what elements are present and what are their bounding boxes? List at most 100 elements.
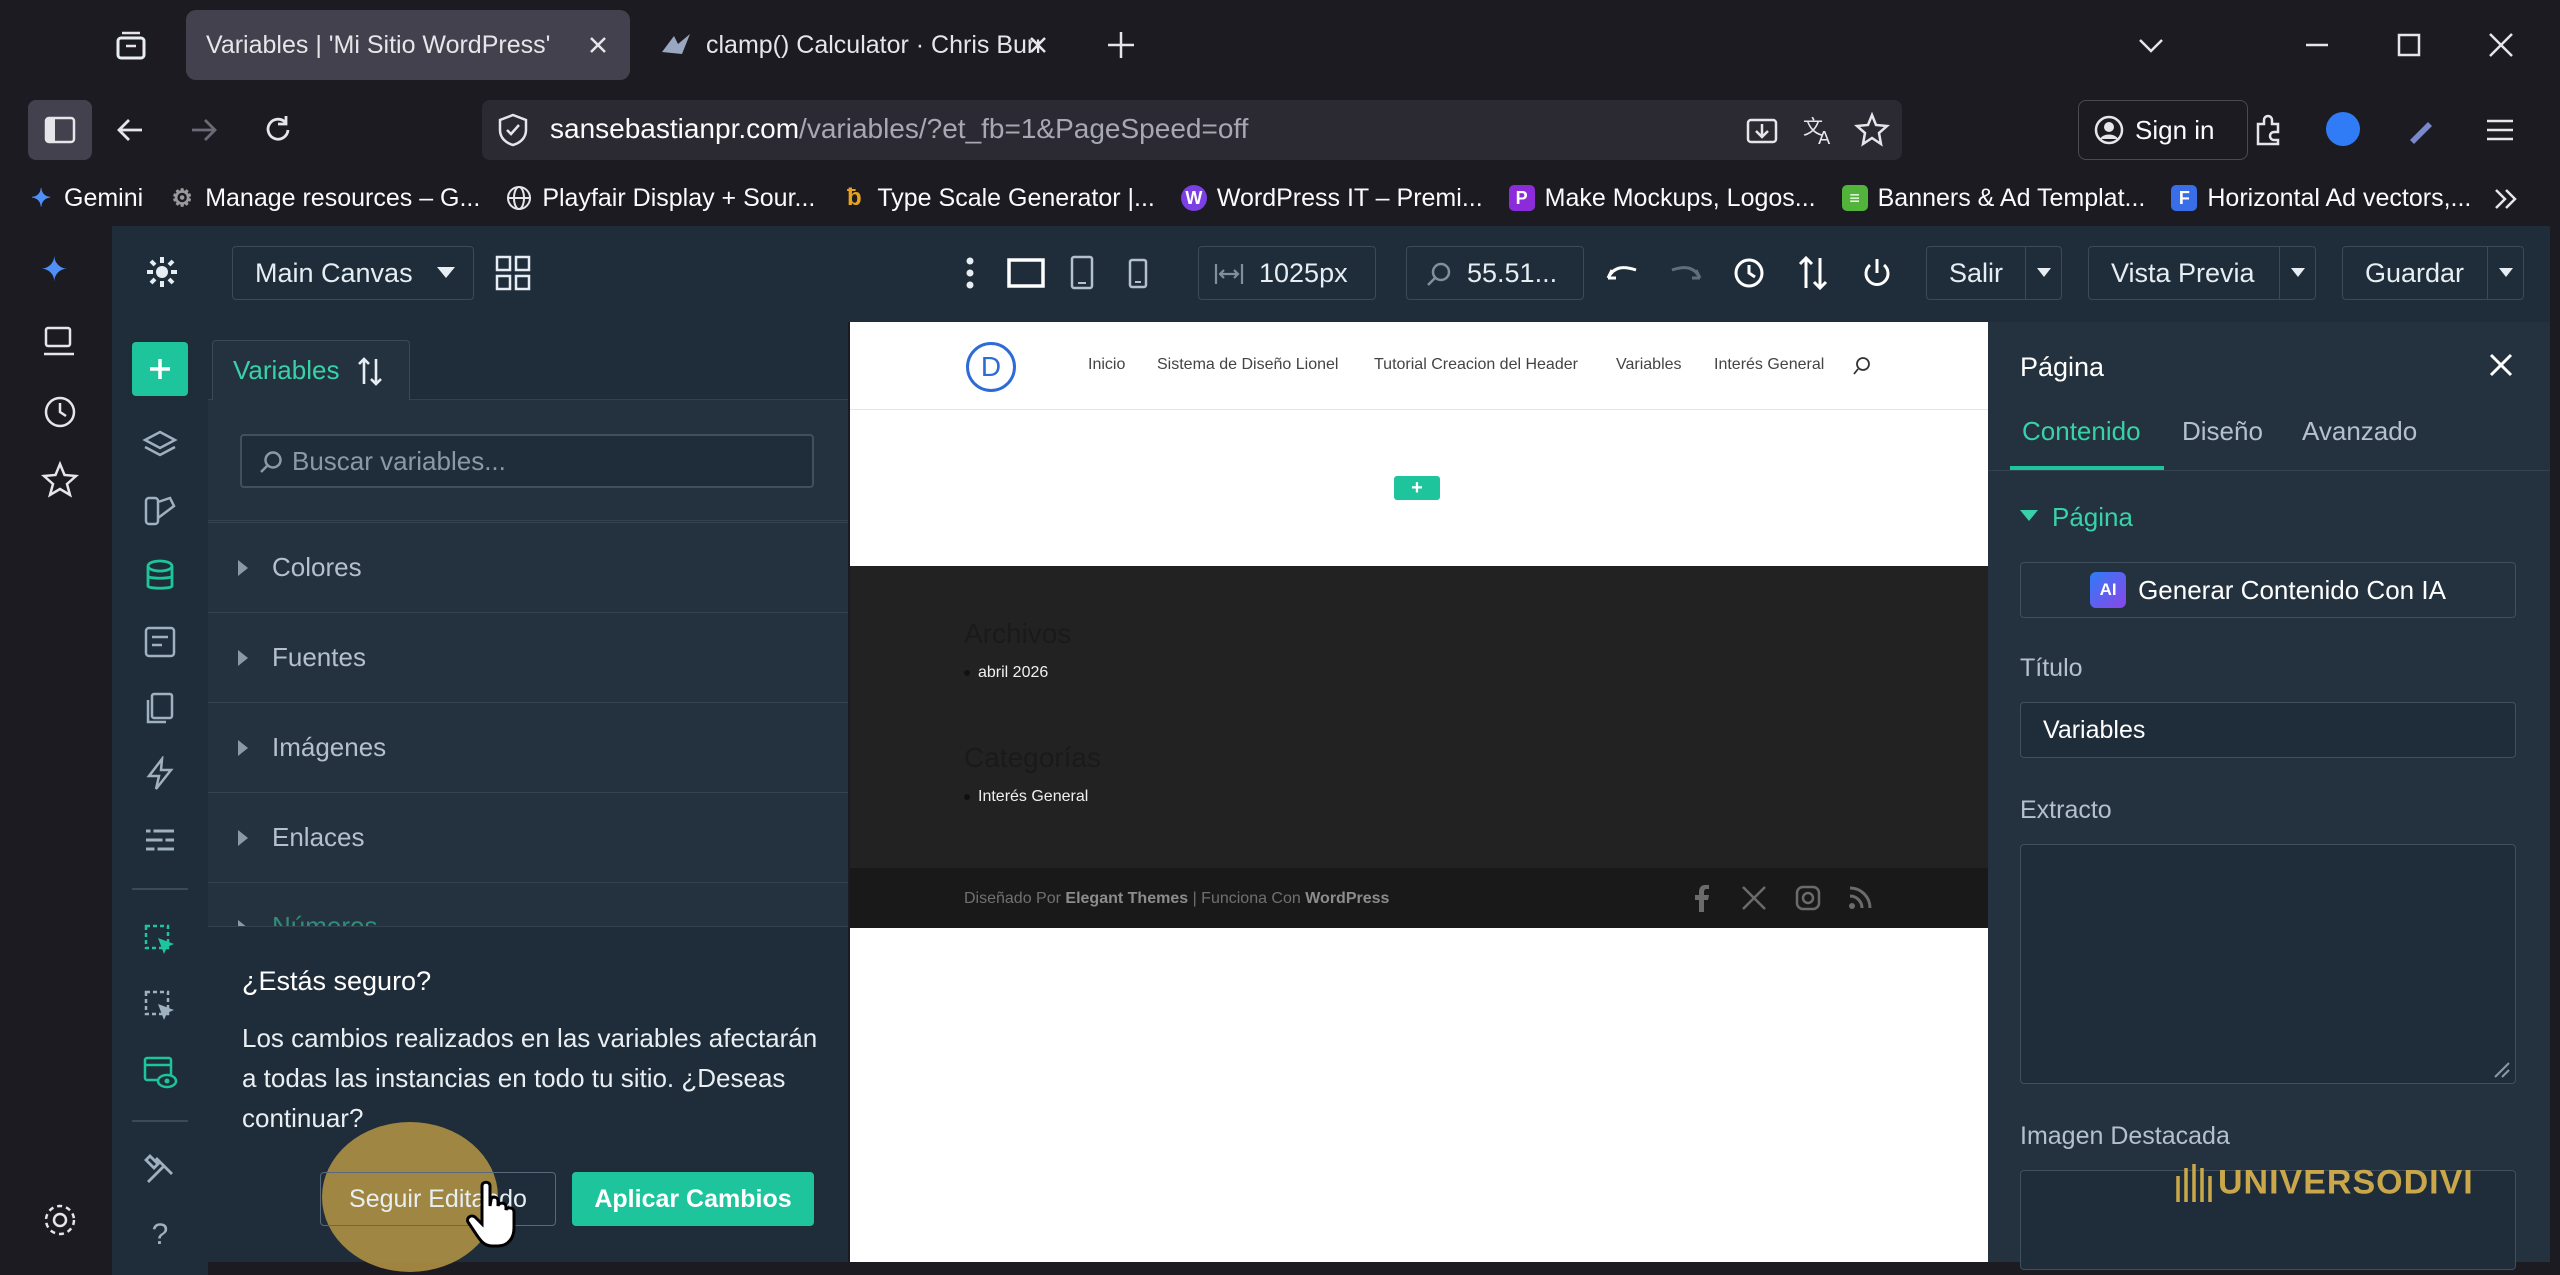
category-link[interactable]: Interés General [978, 788, 1088, 806]
site-security-shield-icon[interactable] [496, 112, 530, 148]
add-section-button[interactable]: + [1394, 476, 1440, 500]
nav-variables[interactable]: Variables [1616, 356, 1682, 374]
exit-dropdown-chevron-icon[interactable] [2025, 247, 2061, 299]
category-numeros[interactable]: Números [208, 882, 848, 926]
url-text[interactable]: sansebastianpr.com/variables/?et_fb=1&Pa… [550, 113, 1248, 145]
save-button[interactable]: Guardar [2342, 246, 2524, 300]
power-icon[interactable] [1860, 256, 1894, 290]
category-fuentes[interactable]: Fuentes [208, 612, 848, 702]
canvas-select[interactable]: Main Canvas [232, 246, 474, 300]
tab-overview-icon[interactable] [114, 28, 148, 62]
exit-button[interactable]: Salir [1926, 246, 2062, 300]
bookmark-star-icon[interactable] [1854, 112, 1890, 148]
menu-hamburger-icon[interactable] [2482, 112, 2518, 148]
gemini-sidebar-icon[interactable]: ✦ [40, 250, 80, 290]
maximize-icon[interactable] [2392, 28, 2426, 62]
bookmarks-star-icon[interactable] [40, 460, 80, 500]
bookmark-item[interactable]: ƀ Type Scale Generator |... [841, 184, 1155, 213]
add-module-button[interactable] [132, 342, 188, 396]
download-page-icon[interactable] [1744, 112, 1780, 148]
tab-variables[interactable]: Variables [212, 340, 410, 400]
canvas-width-field[interactable]: 1025px [1198, 246, 1376, 300]
nav-tutorial-header[interactable]: Tutorial Creacion del Header [1374, 356, 1578, 374]
tab-avanzado[interactable]: Avanzado [2302, 416, 2417, 447]
close-window-icon[interactable] [2484, 28, 2518, 62]
tab-diseno[interactable]: Diseño [2182, 416, 2263, 447]
help-icon[interactable]: ? [142, 1218, 178, 1254]
zoom-field[interactable]: 55.51... [1406, 246, 1584, 300]
tools-icon[interactable] [142, 1152, 178, 1188]
extension-badge-icon[interactable] [2326, 112, 2360, 146]
variables-database-icon[interactable] [142, 558, 178, 594]
category-imagenes[interactable]: Imágenes [208, 702, 848, 792]
category-colores[interactable]: Colores [208, 522, 848, 612]
facebook-icon[interactable] [1690, 884, 1712, 912]
browser-tab-active[interactable]: Variables | 'Mi Sitio WordPress' [186, 10, 630, 80]
history-icon[interactable] [40, 392, 80, 432]
list-lines-icon[interactable] [142, 822, 178, 858]
history-clock-icon[interactable] [1732, 256, 1766, 290]
close-tab-icon[interactable] [584, 31, 612, 59]
resize-handle-icon[interactable] [2489, 1057, 2511, 1079]
category-enlaces[interactable]: Enlaces [208, 792, 848, 882]
builder-settings-gear-icon[interactable] [144, 254, 180, 290]
synced-tabs-icon[interactable] [40, 322, 80, 362]
pages-copy-icon[interactable] [142, 690, 178, 726]
x-twitter-icon[interactable] [1740, 884, 1768, 912]
generate-ai-content-button[interactable]: AI Generar Contenido Con IA [2020, 562, 2516, 618]
search-variables-input[interactable]: Buscar variables... [240, 434, 814, 488]
sort-arrows-icon[interactable] [357, 356, 383, 386]
bookmark-item[interactable]: ⚙ Manage resources – G... [169, 184, 480, 213]
layers-icon[interactable] [142, 428, 178, 464]
title-field[interactable]: Variables [2020, 702, 2516, 758]
save-dropdown-chevron-icon[interactable] [2487, 247, 2523, 299]
bookmark-item[interactable]: W WordPress IT – Premi... [1180, 184, 1483, 213]
more-options-icon[interactable] [962, 254, 978, 292]
browser-tab[interactable]: clamp() Calculator · Chris Burnell [640, 10, 1070, 80]
close-panel-icon[interactable] [2486, 350, 2516, 380]
archives-link[interactable]: abril 2026 [978, 664, 1048, 682]
portability-arrows-icon[interactable] [1796, 254, 1830, 292]
apply-changes-button[interactable]: Aplicar Cambios [572, 1172, 814, 1226]
bookmark-item[interactable]: P Make Mockups, Logos... [1508, 184, 1816, 213]
reload-icon[interactable] [260, 112, 296, 148]
select-cursor-icon[interactable] [142, 922, 178, 958]
section-title[interactable]: Página [2052, 502, 2133, 533]
preview-dropdown-chevron-icon[interactable] [2279, 247, 2315, 299]
site-logo[interactable]: D [966, 342, 1016, 392]
sign-in-button[interactable]: Sign in [2078, 100, 2248, 160]
extensions-icon[interactable] [2250, 110, 2288, 148]
tablet-view-icon[interactable] [1068, 254, 1096, 292]
section-collapse-triangle-icon[interactable] [2020, 510, 2038, 521]
more-bookmarks-icon[interactable] [2488, 182, 2522, 216]
preview-button[interactable]: Vista Previa [2088, 246, 2316, 300]
preview-eye-icon[interactable] [142, 1054, 178, 1090]
site-search-icon[interactable] [1852, 356, 1872, 376]
tab-contenido[interactable]: Contenido [2022, 416, 2141, 447]
design-palette-icon[interactable] [142, 492, 178, 528]
bookmark-item[interactable]: F Horizontal Ad vectors,... [2171, 184, 2471, 213]
phone-view-icon[interactable] [1126, 258, 1150, 290]
back-icon[interactable] [112, 112, 148, 148]
close-tab-icon[interactable] [1024, 31, 1052, 59]
bookmark-item[interactable]: ≡ Banners & Ad Templat... [1841, 184, 2145, 213]
pen-icon[interactable] [2404, 112, 2438, 146]
nav-inicio[interactable]: Inicio [1088, 356, 1125, 374]
instagram-icon[interactable] [1794, 884, 1822, 912]
forms-icon[interactable] [142, 624, 178, 660]
tab-list-chevron-icon[interactable] [2134, 28, 2168, 62]
translate-icon[interactable]: 文A [1800, 112, 1836, 148]
bookmark-item[interactable]: Playfair Display + Sour... [506, 184, 815, 213]
rss-icon[interactable] [1846, 884, 1874, 912]
nav-sistema-diseno[interactable]: Sistema de Diseño Lionel [1157, 356, 1338, 374]
minimize-icon[interactable] [2300, 28, 2334, 62]
bookmark-item[interactable]: ✦ Gemini [28, 184, 143, 213]
sidebar-settings-icon[interactable] [40, 1200, 80, 1240]
undo-icon[interactable] [1604, 256, 1640, 290]
excerpt-textarea[interactable] [2020, 844, 2516, 1084]
lightning-icon[interactable] [142, 756, 178, 792]
multi-select-icon[interactable] [142, 988, 178, 1024]
sidebar-toggle-icon[interactable] [28, 100, 92, 160]
desktop-view-icon[interactable] [1006, 256, 1046, 290]
nav-interes-general[interactable]: Interés General [1714, 356, 1824, 374]
